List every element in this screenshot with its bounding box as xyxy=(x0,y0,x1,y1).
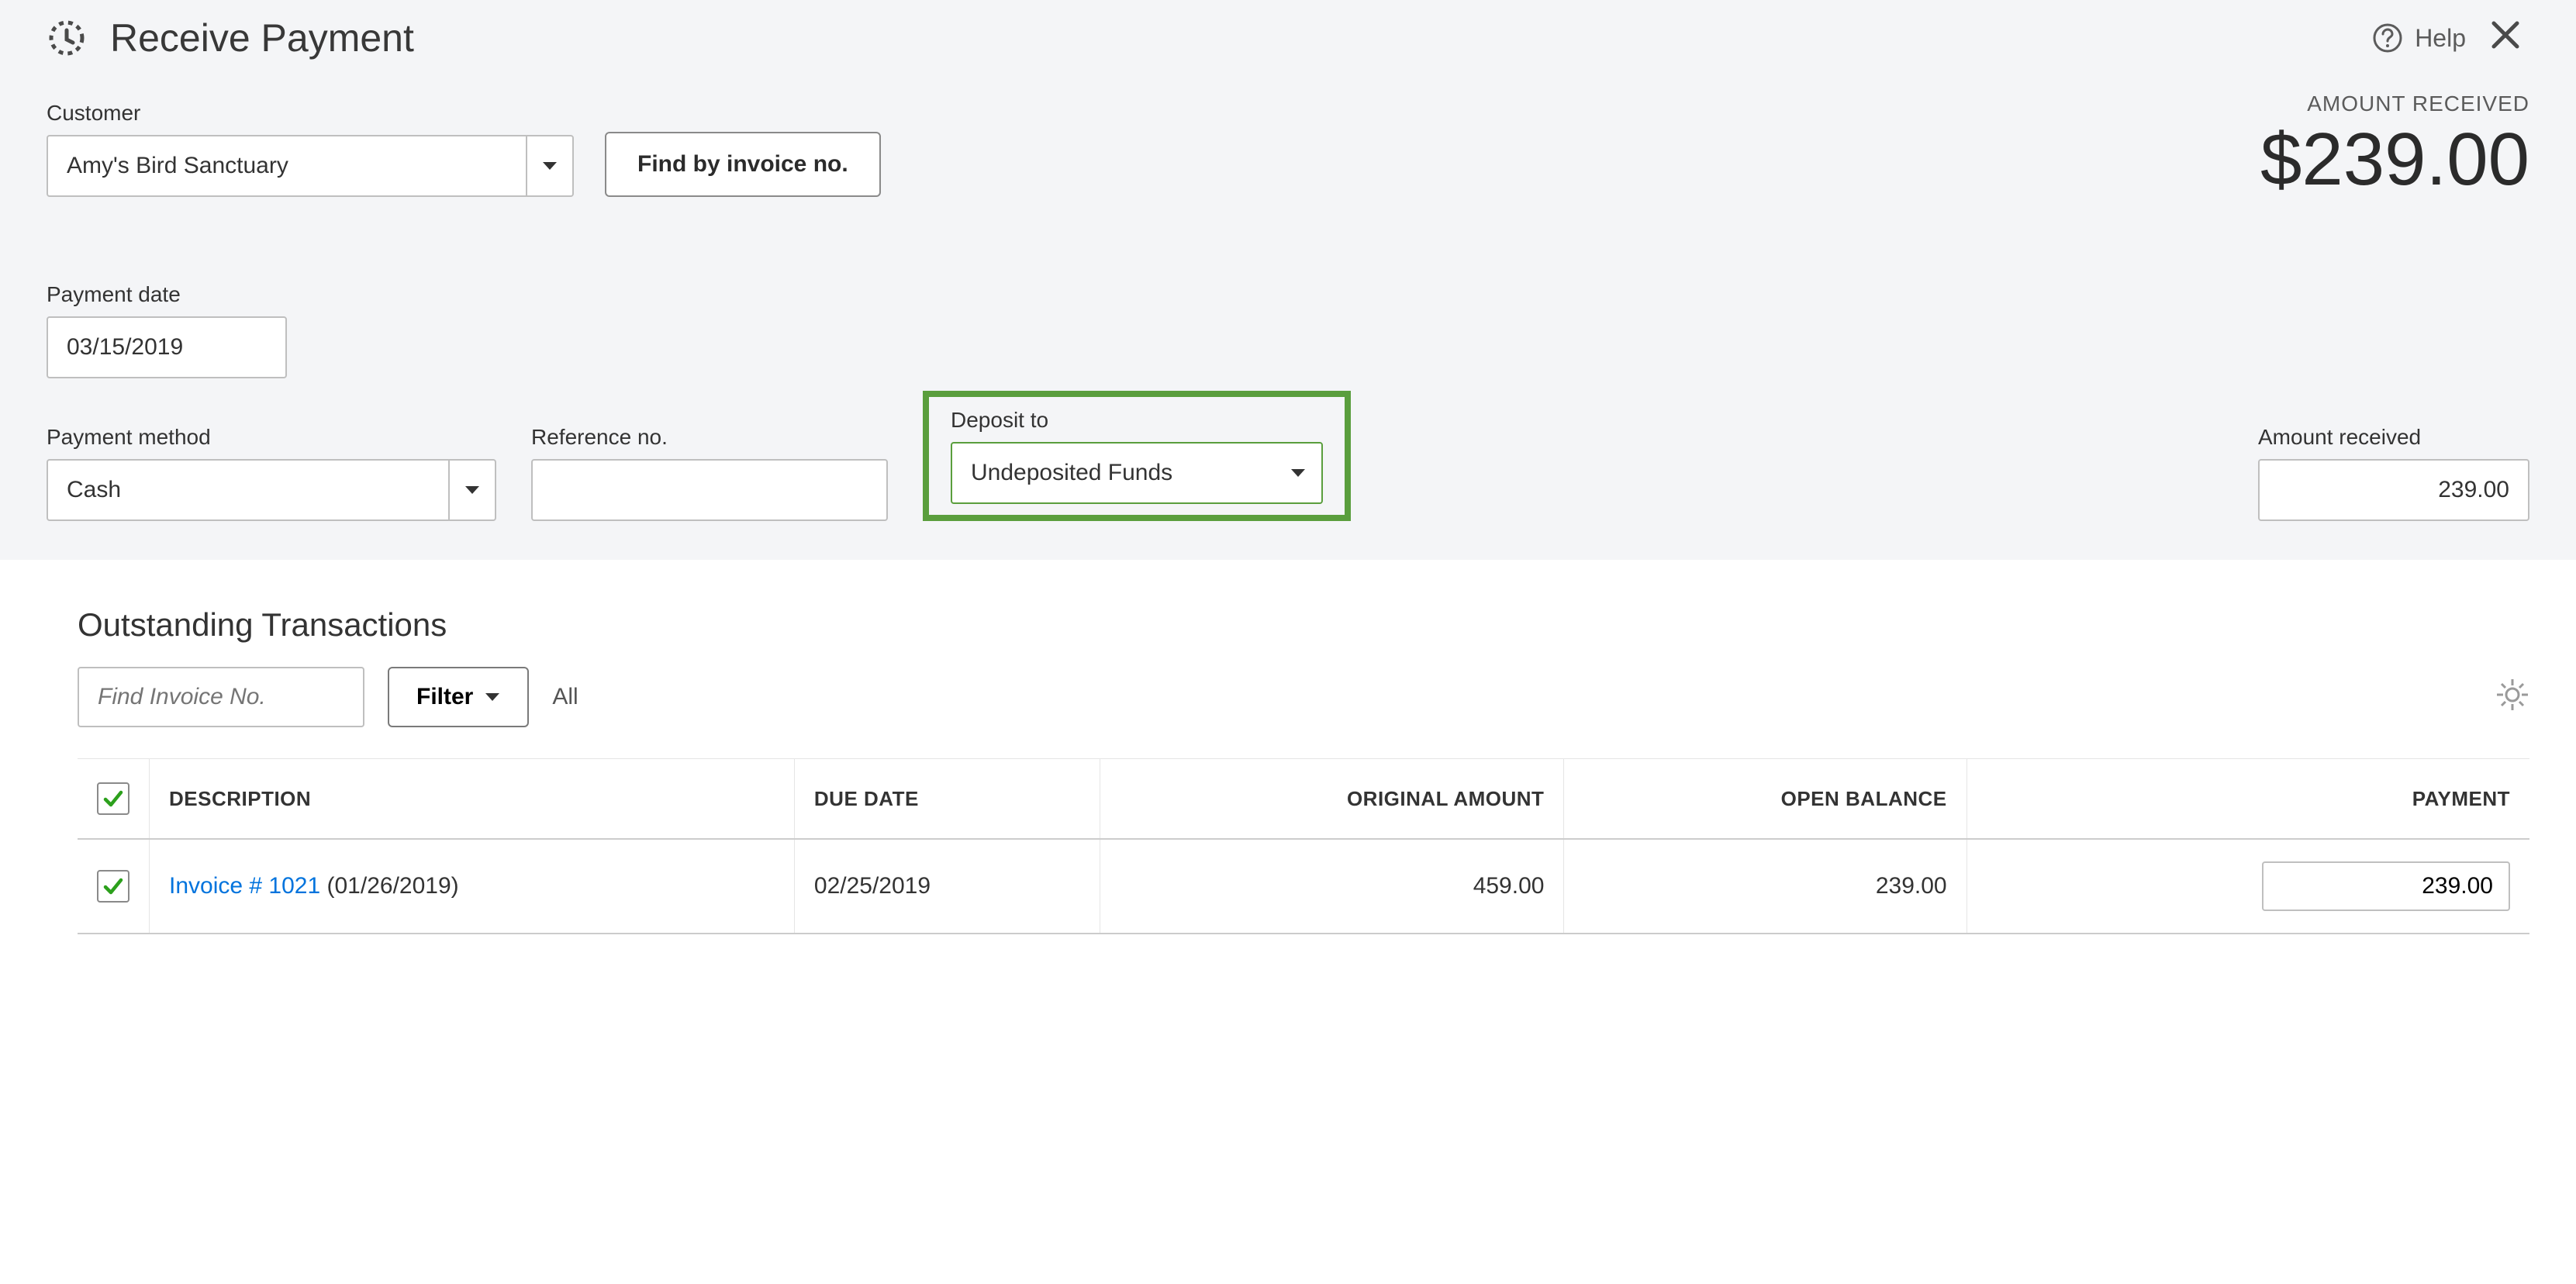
payment-date-input[interactable] xyxy=(47,316,287,378)
customer-label: Customer xyxy=(47,101,574,126)
amount-received-display-label: AMOUNT RECEIVED xyxy=(2260,91,2529,116)
col-open-balance: OPEN BALANCE xyxy=(1564,759,1967,840)
select-all-checkbox[interactable] xyxy=(97,782,129,815)
deposit-to-select[interactable]: Undeposited Funds xyxy=(951,442,1323,504)
payment-method-label: Payment method xyxy=(47,425,496,450)
check-icon xyxy=(102,875,124,897)
help-icon xyxy=(2372,22,2403,54)
payment-date-label: Payment date xyxy=(47,282,2529,307)
chevron-down-icon xyxy=(485,692,500,702)
reference-no-input[interactable] xyxy=(531,459,888,521)
find-invoice-input[interactable] xyxy=(78,667,364,727)
payment-input[interactable] xyxy=(2262,861,2510,911)
page-header: Receive Payment Help xyxy=(47,16,2529,91)
filter-label: Filter xyxy=(416,684,473,710)
help-button[interactable]: Help xyxy=(2372,22,2466,54)
help-label: Help xyxy=(2415,24,2466,53)
table-row: Invoice # 1021 (01/26/2019) 02/25/2019 4… xyxy=(78,839,2529,934)
invoice-date: (01/26/2019) xyxy=(327,873,459,899)
find-by-invoice-button[interactable]: Find by invoice no. xyxy=(605,132,881,197)
col-payment: PAYMENT xyxy=(1967,759,2529,840)
customer-select[interactable]: Amy's Bird Sanctuary xyxy=(47,135,574,197)
check-icon xyxy=(102,788,124,809)
col-original-amount: ORIGINAL AMOUNT xyxy=(1100,759,1563,840)
amount-received-display-value: $239.00 xyxy=(2260,123,2529,197)
chevron-down-icon xyxy=(526,136,572,195)
invoice-link[interactable]: Invoice # 1021 xyxy=(169,873,320,899)
cell-original-amount: 459.00 xyxy=(1100,839,1563,934)
deposit-to-label: Deposit to xyxy=(951,408,1323,433)
chevron-down-icon xyxy=(448,461,495,519)
filter-applied-text: All xyxy=(552,684,578,710)
amount-received-input[interactable] xyxy=(2258,459,2529,521)
close-button[interactable] xyxy=(2481,16,2529,60)
filter-button[interactable]: Filter xyxy=(388,667,529,727)
col-description: DESCRIPTION xyxy=(150,759,795,840)
reference-no-label: Reference no. xyxy=(531,425,888,450)
customer-value: Amy's Bird Sanctuary xyxy=(48,136,526,195)
close-icon xyxy=(2489,19,2522,51)
outstanding-transactions-title: Outstanding Transactions xyxy=(78,606,2529,644)
outstanding-transactions-table: DESCRIPTION DUE DATE ORIGINAL AMOUNT OPE… xyxy=(78,758,2529,934)
table-settings-button[interactable] xyxy=(2495,678,2529,717)
page-title: Receive Payment xyxy=(110,16,414,60)
amount-received-label: Amount received xyxy=(2258,425,2529,450)
row-checkbox[interactable] xyxy=(97,870,129,903)
cell-open-balance: 239.00 xyxy=(1564,839,1967,934)
payment-method-value: Cash xyxy=(48,461,448,519)
deposit-to-value: Undeposited Funds xyxy=(952,444,1275,502)
cell-due-date: 02/25/2019 xyxy=(794,839,1100,934)
history-icon[interactable] xyxy=(47,18,87,58)
col-due-date: DUE DATE xyxy=(794,759,1100,840)
gear-icon xyxy=(2495,678,2529,712)
payment-method-select[interactable]: Cash xyxy=(47,459,496,521)
chevron-down-icon xyxy=(1275,444,1321,502)
